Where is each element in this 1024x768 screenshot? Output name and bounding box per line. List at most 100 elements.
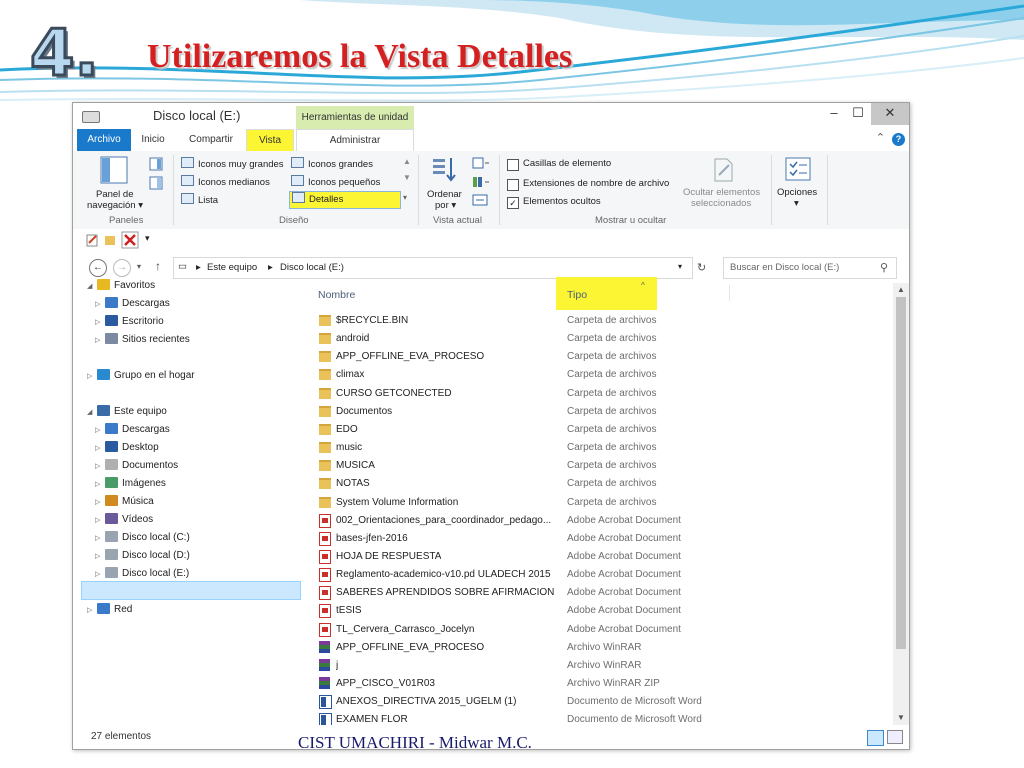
nav-pane-label-1[interactable]: Panel de — [96, 189, 134, 200]
tab-archivo[interactable]: Archivo — [77, 129, 131, 151]
nav-pane-label-2[interactable]: navegación ▾ — [87, 200, 143, 211]
table-row[interactable]: EDO Carpeta de archivos — [303, 421, 893, 439]
layout-more-icon[interactable]: ▾ — [403, 193, 407, 202]
nav-item[interactable]: ▷ Música — [95, 493, 154, 511]
item-checkboxes-checkbox[interactable] — [507, 159, 519, 171]
layout-details[interactable]: Detalles — [289, 191, 401, 209]
address-dropdown-icon[interactable]: ▾ — [678, 262, 682, 271]
layout-extra-large-icons[interactable]: Iconos muy grandes — [181, 157, 284, 173]
layout-large-icons[interactable]: Iconos grandes — [291, 157, 373, 173]
delete-icon[interactable] — [121, 231, 139, 249]
nav-item[interactable]: ◢ Favoritos — [87, 277, 155, 295]
group-by-icon[interactable] — [471, 156, 491, 170]
nav-item[interactable]: ▷ Grupo en el hogar — [87, 367, 195, 385]
tab-vista[interactable]: Vista — [246, 129, 294, 151]
vertical-scrollbar[interactable]: ▲ ▼ — [893, 283, 909, 725]
nav-item[interactable]: ▷ Vídeos — [95, 511, 153, 529]
options-label[interactable]: Opciones — [777, 187, 817, 198]
table-row[interactable]: APP_OFFLINE_EVA_PROCESO Carpeta de archiv… — [303, 348, 893, 366]
expanded-arrow-icon[interactable]: ◢ — [87, 404, 97, 422]
scrollbar-thumb[interactable] — [896, 297, 906, 649]
maximize-button[interactable]: ☐ — [841, 103, 875, 125]
collapsed-arrow-icon[interactable]: ▷ — [95, 566, 105, 584]
refresh-icon[interactable]: ↻ — [697, 261, 706, 274]
tab-administrar[interactable]: Administrar — [296, 129, 414, 152]
table-row[interactable]: android Carpeta de archivos — [303, 330, 893, 348]
preview-pane-icon[interactable] — [149, 157, 163, 171]
file-extensions-checkbox[interactable] — [507, 179, 519, 191]
table-row[interactable]: HOJA DE RESPUESTA Adobe Acrobat Document — [303, 548, 893, 566]
table-row[interactable]: $RECYCLE.BIN Carpeta de archivos — [303, 312, 893, 330]
table-row[interactable]: SABERES APRENDIDOS SOBRE AFIRMACION ... A… — [303, 584, 893, 602]
table-row[interactable]: j Archivo WinRAR — [303, 657, 893, 675]
table-row[interactable]: tESIS Adobe Acrobat Document — [303, 602, 893, 620]
forward-button[interactable]: → — [113, 259, 131, 277]
table-row[interactable]: CURSO GETCONECTED Carpeta de archivos — [303, 385, 893, 403]
breadcrumb-disco-e[interactable]: Disco local (E:) — [280, 262, 344, 273]
nav-item[interactable]: ▷ Disco local (E:) — [95, 565, 189, 583]
collapsed-arrow-icon[interactable]: ▷ — [87, 368, 97, 386]
tab-inicio[interactable]: Inicio — [133, 129, 173, 151]
layout-scroll-down-icon[interactable]: ▼ — [403, 173, 411, 182]
details-pane-icon[interactable] — [149, 176, 163, 190]
table-row[interactable]: System Volume Information Carpeta de arch… — [303, 494, 893, 512]
collapsed-arrow-icon[interactable]: ▷ — [95, 314, 105, 332]
breadcrumb-este-equipo[interactable]: Este equipo — [207, 262, 257, 273]
nav-item[interactable]: ▷ Disco local (D:) — [95, 547, 190, 565]
nav-item[interactable]: ▷ Sitios recientes — [95, 331, 190, 349]
layout-list[interactable]: Lista — [181, 193, 218, 209]
sort-by-label-1[interactable]: Ordenar — [427, 189, 462, 200]
sort-by-label-2[interactable]: por ▾ — [435, 200, 456, 211]
layout-scroll-up-icon[interactable]: ▲ — [403, 157, 411, 166]
customize-toolbar-icon[interactable]: ▾ — [145, 233, 150, 244]
table-row[interactable]: APP_OFFLINE_EVA_PROCESO Archivo WinRAR — [303, 639, 893, 657]
recent-locations-icon[interactable]: ▾ — [137, 262, 141, 271]
collapsed-arrow-icon[interactable]: ▷ — [95, 440, 105, 458]
collapsed-arrow-icon[interactable]: ▷ — [87, 602, 97, 620]
column-header-name[interactable]: Nombre — [318, 289, 355, 301]
table-row[interactable]: ANEXOS_DIRECTIVA 2015_UGELM (1) Documento… — [303, 693, 893, 711]
collapsed-arrow-icon[interactable]: ▷ — [95, 422, 105, 440]
hide-selected-label-2[interactable]: seleccionados — [691, 198, 751, 209]
scroll-up-arrow-icon[interactable]: ▲ — [893, 283, 909, 297]
nav-item[interactable]: ◢ Este equipo — [87, 403, 167, 421]
collapsed-arrow-icon[interactable]: ▷ — [95, 494, 105, 512]
search-input[interactable]: Buscar en Disco local (E:) ⚲ — [723, 257, 897, 279]
table-row[interactable]: climax Carpeta de archivos — [303, 366, 893, 384]
collapsed-arrow-icon[interactable]: ▷ — [95, 530, 105, 548]
table-row[interactable]: 002_Orientaciones_para_coordinador_pedag… — [303, 512, 893, 530]
collapsed-arrow-icon[interactable]: ▷ — [95, 476, 105, 494]
collapsed-arrow-icon[interactable]: ▷ — [95, 332, 105, 350]
nav-item[interactable]: ▷ Escritorio — [95, 313, 164, 331]
nav-item[interactable]: ▷ Descargas — [95, 421, 170, 439]
table-row[interactable]: APP_CISCO_V01R03 Archivo WinRAR ZIP — [303, 675, 893, 693]
nav-item[interactable]: ▷ Descargas — [95, 295, 170, 313]
tab-compartir[interactable]: Compartir — [179, 129, 243, 151]
collapsed-arrow-icon[interactable]: ▷ — [95, 548, 105, 566]
nav-item[interactable]: ▷ Red — [87, 601, 132, 619]
collapsed-arrow-icon[interactable]: ▷ — [95, 296, 105, 314]
table-row[interactable]: NOTAS Carpeta de archivos — [303, 475, 893, 493]
close-button[interactable]: ✕ — [871, 103, 909, 125]
table-row[interactable]: music Carpeta de archivos — [303, 439, 893, 457]
nav-item[interactable]: ▷ Desktop — [95, 439, 159, 457]
address-bar[interactable]: ▭ ▸ Este equipo ▸ Disco local (E:) ▾ — [173, 257, 693, 279]
add-columns-icon[interactable] — [471, 175, 491, 189]
search-icon[interactable]: ⚲ — [880, 261, 888, 274]
scroll-down-arrow-icon[interactable]: ▼ — [893, 711, 909, 725]
collapsed-arrow-icon[interactable]: ▷ — [95, 512, 105, 530]
column-divider[interactable] — [729, 285, 730, 301]
nav-item[interactable]: ▷ Documentos — [95, 457, 178, 475]
title-bar[interactable]: Disco local (E:) Herramientas de unidad … — [73, 103, 909, 129]
layout-medium-icons[interactable]: Iconos medianos — [181, 175, 270, 191]
help-icon[interactable]: ? — [892, 133, 905, 146]
details-view-button[interactable] — [867, 730, 884, 746]
hide-selected-label-1[interactable]: Ocultar elementos — [683, 187, 760, 198]
collapsed-arrow-icon[interactable]: ▷ — [95, 458, 105, 476]
table-row[interactable]: Documentos Carpeta de archivos — [303, 403, 893, 421]
large-icons-view-button[interactable] — [887, 730, 903, 744]
nav-item[interactable]: ▷ Disco local (C:) — [95, 529, 190, 547]
nav-item[interactable]: ▷ Imágenes — [95, 475, 166, 493]
table-row[interactable]: Reglamento-academico-v10.pd ULADECH 2015… — [303, 566, 893, 584]
back-button[interactable]: ← — [89, 259, 107, 277]
